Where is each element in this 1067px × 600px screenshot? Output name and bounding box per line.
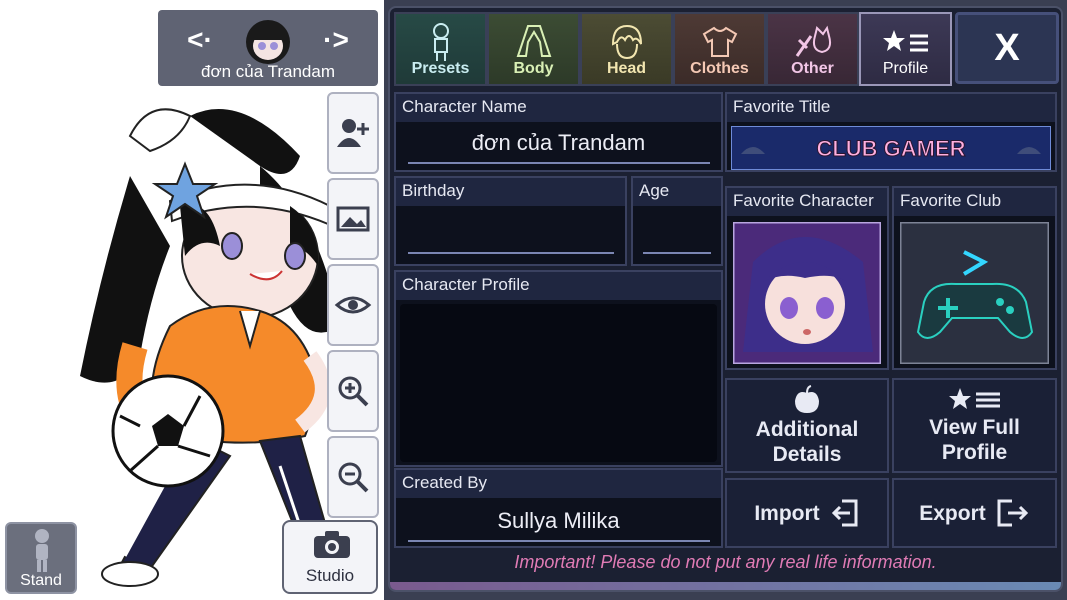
zoom-in-button[interactable] <box>327 350 379 432</box>
sword-cat-icon <box>795 25 831 57</box>
character-selector: <· ·> đơn của Trandam <box>158 10 378 86</box>
additional-details-line2: Details <box>772 442 842 466</box>
created-by-underline <box>408 540 710 542</box>
add-person-icon <box>337 119 369 147</box>
favorite-character-label: Favorite Character <box>727 188 887 216</box>
tab-label: Other <box>791 60 834 77</box>
studio-label: Studio <box>305 566 355 585</box>
import-button[interactable]: Import <box>725 478 889 548</box>
character-profile-label: Character Profile <box>396 272 721 300</box>
character-name-underline <box>408 162 710 164</box>
age-label: Age <box>633 178 721 206</box>
tab-head[interactable]: Head <box>580 12 673 86</box>
stand-button[interactable]: Stand <box>5 522 77 594</box>
zoom-out-icon <box>338 462 369 493</box>
tab-label: Head <box>606 60 647 77</box>
stand-label: Stand <box>20 572 62 589</box>
image-icon <box>336 206 370 232</box>
created-by-label: Created By <box>396 470 721 498</box>
zoom-in-icon <box>338 376 369 407</box>
view-full-line1: View Full <box>929 415 1020 439</box>
tab-label: Presets <box>411 60 470 77</box>
age-underline <box>643 252 711 254</box>
character-profile-textarea[interactable] <box>400 304 717 462</box>
character-name-input[interactable]: đơn của Trandam <box>396 130 721 156</box>
tab-label: Profile <box>882 60 929 77</box>
favorite-character-box: Favorite Character <box>725 186 889 370</box>
category-tabs: Presets Body Head Clothes Other Profile <box>394 12 952 86</box>
favorite-title-box: Favorite Title CLUB GAMER <box>725 92 1057 172</box>
chevron-left-icon[interactable]: <· <box>180 24 220 56</box>
favorite-club-label: Favorite Club <box>894 188 1055 216</box>
favorite-club-emblem[interactable] <box>900 222 1049 364</box>
import-label: Import <box>754 501 820 525</box>
character-name-label: Character Name <box>396 94 721 122</box>
zoom-out-button[interactable] <box>327 436 379 518</box>
shirt-icon <box>702 26 737 57</box>
panel-bottom-bar <box>390 582 1061 590</box>
camera-icon <box>314 531 350 558</box>
birthday-box: Birthday <box>394 176 627 266</box>
character-selector-name: đơn của Trandam <box>201 62 335 81</box>
export-icon <box>997 499 1028 527</box>
export-label: Export <box>919 501 986 525</box>
tab-profile[interactable]: Profile <box>859 12 952 86</box>
stand-figure-icon <box>35 529 49 572</box>
profile-panel: Presets Body Head Clothes Other Profile … <box>384 0 1067 600</box>
character-name-box: Character Name đơn của Trandam <box>394 92 723 172</box>
tab-other[interactable]: Other <box>766 12 859 86</box>
favorite-club-box: Favorite Club <box>892 186 1057 370</box>
favorite-title-text: CLUB GAMER <box>816 136 965 161</box>
character-profile-box: Character Profile <box>394 270 723 467</box>
hair-icon <box>611 24 642 60</box>
favorite-character-portrait[interactable] <box>733 222 881 364</box>
birthday-label: Birthday <box>396 178 625 206</box>
additional-details-button[interactable]: Additional Details <box>725 378 889 473</box>
view-full-line2: Profile <box>941 440 1008 464</box>
eye-icon <box>334 296 372 314</box>
tab-body[interactable]: Body <box>487 12 580 86</box>
export-button[interactable]: Export <box>892 478 1057 548</box>
jacket-icon <box>516 25 551 57</box>
close-button[interactable]: X <box>955 12 1059 84</box>
tab-label: Clothes <box>690 60 749 77</box>
studio-button[interactable]: Studio <box>282 520 378 594</box>
favorite-title-banner[interactable]: CLUB GAMER <box>731 126 1051 170</box>
profile-panel-inner: Presets Body Head Clothes Other Profile … <box>388 6 1063 592</box>
age-box: Age <box>631 176 723 266</box>
additional-details-line1: Additional <box>755 417 859 441</box>
created-by-input[interactable]: Sullya Milika <box>396 508 721 534</box>
close-icon: X <box>994 26 1020 69</box>
star-list-icon <box>948 387 1000 409</box>
view-button[interactable] <box>327 264 379 346</box>
tab-label: Body <box>513 60 554 77</box>
person-silhouette-icon <box>432 23 449 61</box>
view-full-profile-button[interactable]: View Full Profile <box>892 378 1057 473</box>
birthday-underline <box>408 252 614 254</box>
created-by-box: Created By Sullya Milika <box>394 468 723 548</box>
add-character-button[interactable] <box>327 92 379 174</box>
apple-icon <box>795 384 819 413</box>
character-stage: <· ·> đơn của Trandam Stand Studio <box>0 0 384 600</box>
character-head-avatar[interactable] <box>242 14 294 66</box>
star-list-icon <box>882 30 928 52</box>
privacy-notice: Important! Please do not put any real li… <box>514 552 937 572</box>
background-button[interactable] <box>327 178 379 260</box>
tab-clothes[interactable]: Clothes <box>673 12 766 86</box>
favorite-title-label: Favorite Title <box>727 94 1055 122</box>
chevron-right-icon[interactable]: ·> <box>316 24 356 56</box>
tab-presets[interactable]: Presets <box>394 12 487 86</box>
import-icon <box>831 499 858 527</box>
